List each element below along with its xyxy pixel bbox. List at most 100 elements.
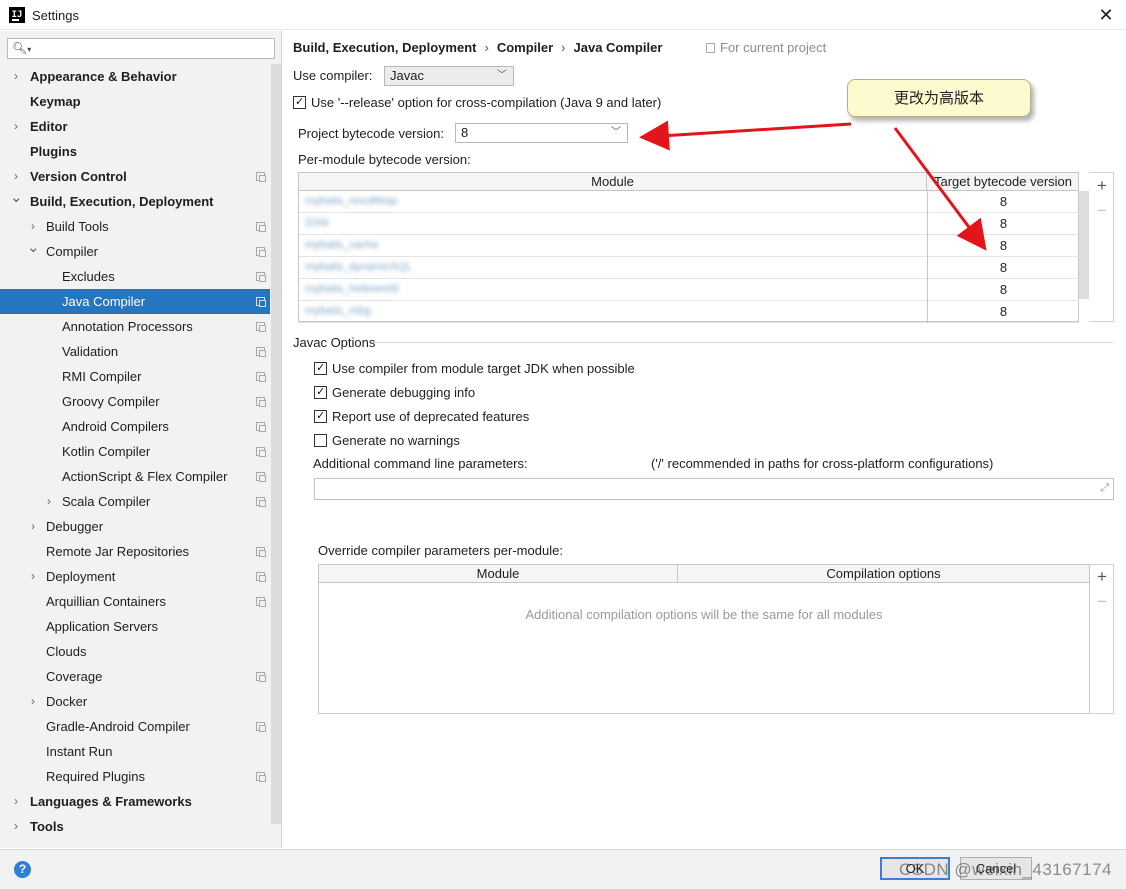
sidebar-item-docker[interactable]: › Docker [0, 689, 270, 714]
sidebar-item-gradle-android-compiler[interactable]: Gradle-Android Compiler [0, 714, 270, 739]
checkbox-box[interactable] [293, 96, 306, 109]
help-icon[interactable]: ? [14, 861, 31, 878]
sidebar-item-excludes[interactable]: Excludes [0, 264, 270, 289]
sidebar-item-kotlin-compiler[interactable]: Kotlin Compiler [0, 439, 270, 464]
release-option-checkbox[interactable]: Use '--release' option for cross-compila… [293, 95, 661, 110]
sidebar-item-coverage[interactable]: Coverage [0, 664, 270, 689]
chevron-down-icon[interactable]: ⌄ [10, 185, 23, 210]
sidebar-item-scala-compiler[interactable]: › Scala Compiler [0, 489, 270, 514]
sidebar-item-java-compiler[interactable]: Java Compiler [0, 289, 270, 314]
chevron-right-icon[interactable]: › [43, 489, 55, 514]
sidebar-item-version-control[interactable]: › Version Control [0, 164, 270, 189]
column-header-module[interactable]: Module [319, 565, 678, 583]
sidebar-item-languages-frameworks[interactable]: › Languages & Frameworks [0, 789, 270, 814]
sidebar-item-label: Languages & Frameworks [30, 794, 192, 809]
java-compiler-panel: Build, Execution, Deployment › Compiler › Ja… [283, 31, 1126, 848]
title-bar: IJ Settings ✕ [0, 0, 1126, 30]
project-scope-icon [256, 247, 266, 257]
report-deprecated-checkbox[interactable]: Report use of deprecated features [314, 409, 529, 424]
expand-icon[interactable]: ⤢ [1100, 482, 1109, 495]
project-bytecode-select[interactable]: 8 ﹀ [455, 123, 628, 143]
sidebar-item-actionscript-flex-compiler[interactable]: ActionScript & Flex Compiler [0, 464, 270, 489]
sidebar-item-tools[interactable]: › Tools [0, 814, 270, 839]
chevron-down-icon[interactable]: ⌄ [27, 235, 40, 260]
column-header-target-version[interactable]: Target bytecode version [927, 173, 1079, 191]
checkbox-box[interactable] [314, 410, 327, 423]
project-scope-icon [256, 497, 266, 507]
use-module-jdk-checkbox[interactable]: Use compiler from module target JDK when… [314, 361, 635, 376]
column-header-compilation-options[interactable]: Compilation options [678, 565, 1089, 583]
settings-search-input[interactable]: 🔍︎ [7, 38, 275, 59]
sidebar-item-build-execution-deployment[interactable]: ⌄ Build, Execution, Deployment [0, 189, 270, 214]
sidebar-item-debugger[interactable]: › Debugger [0, 514, 270, 539]
sidebar-item-keymap[interactable]: Keymap [0, 89, 270, 114]
checkbox-label: Generate debugging info [332, 385, 476, 400]
settings-tree: › Appearance & Behavior Keymap › Editor Plugi… [0, 64, 270, 839]
project-scope-icon [256, 547, 266, 557]
checkbox-box[interactable] [314, 386, 327, 399]
table-row[interactable]: mybatis_cache 8 [299, 235, 1079, 257]
project-scope-icon [256, 447, 266, 457]
table-row[interactable]: mybatis_mbg 8 [299, 301, 1079, 323]
target-version-cell[interactable]: 8 [927, 301, 1079, 323]
intellij-logo-icon: IJ [9, 7, 25, 23]
close-icon[interactable]: ✕ [1094, 3, 1118, 27]
chevron-right-icon[interactable]: › [27, 564, 39, 589]
sidebar-item-editor[interactable]: › Editor [0, 114, 270, 139]
sidebar-item-appearance-behavior[interactable]: › Appearance & Behavior [0, 64, 270, 89]
sidebar-item-build-tools[interactable]: › Build Tools [0, 214, 270, 239]
chevron-right-icon[interactable]: › [10, 114, 22, 139]
sidebar-item-required-plugins[interactable]: Required Plugins [0, 764, 270, 789]
target-version-cell[interactable]: 8 [927, 279, 1079, 301]
column-header-module[interactable]: Module [299, 173, 927, 191]
table-row[interactable]: mybatis_helloworld 8 [299, 279, 1079, 301]
checkbox-box[interactable] [314, 434, 327, 447]
checkbox-box[interactable] [314, 362, 327, 375]
sidebar-item-groovy-compiler[interactable]: Groovy Compiler [0, 389, 270, 414]
sidebar-item-label: Groovy Compiler [62, 394, 160, 409]
generate-debug-info-checkbox[interactable]: Generate debugging info [314, 385, 475, 400]
generate-no-warnings-checkbox[interactable]: Generate no warnings [314, 433, 460, 448]
sidebar-item-annotation-processors[interactable]: Annotation Processors [0, 314, 270, 339]
sidebar-item-label: Debugger [46, 519, 104, 534]
sidebar-item-instant-run[interactable]: Instant Run [0, 739, 270, 764]
project-scope-icon [706, 43, 715, 53]
chevron-right-icon[interactable]: › [10, 789, 22, 814]
table-row[interactable]: SSM 8 [299, 213, 1079, 235]
table-row[interactable]: mybatis_dynamicSQL 8 [299, 257, 1079, 279]
table-row[interactable]: mybatis_resultMap 8 [299, 191, 1079, 213]
additional-params-input[interactable]: ⤢ [314, 478, 1114, 500]
target-version-cell[interactable]: 8 [927, 257, 1079, 279]
chevron-right-icon[interactable]: › [10, 64, 22, 89]
sidebar-item-label: Plugins [30, 144, 77, 159]
sidebar-item-arquillian-containers[interactable]: Arquillian Containers [0, 589, 270, 614]
sidebar-item-application-servers[interactable]: Application Servers [0, 614, 270, 639]
chevron-right-icon[interactable]: › [10, 814, 22, 839]
target-version-cell[interactable]: 8 [927, 191, 1079, 213]
watermark: CSDN @weixin_43167174 [899, 860, 1112, 879]
settings-sidebar: 🔍︎ › Appearance & Behavior Keymap › Editor Pl… [0, 31, 282, 848]
sidebar-item-deployment[interactable]: › Deployment [0, 564, 270, 589]
sidebar-item-rmi-compiler[interactable]: RMI Compiler [0, 364, 270, 389]
sidebar-item-compiler[interactable]: ⌄ Compiler [0, 239, 270, 264]
sidebar-item-label: Arquillian Containers [46, 594, 166, 609]
release-option-label: Use '--release' option for cross-compila… [311, 95, 662, 110]
sidebar-item-remote-jar-repositories[interactable]: Remote Jar Repositories [0, 539, 270, 564]
sidebar-scrollbar[interactable] [271, 64, 281, 824]
module-name: mybatis_resultMap [305, 195, 398, 207]
sidebar-item-validation[interactable]: Validation [0, 339, 270, 364]
checkbox-label: Generate no warnings [332, 433, 460, 448]
scope-label: For current project [706, 40, 826, 55]
sidebar-item-clouds[interactable]: Clouds [0, 639, 270, 664]
sidebar-item-android-compilers[interactable]: Android Compilers [0, 414, 270, 439]
target-version-cell[interactable]: 8 [927, 235, 1079, 257]
use-compiler-select[interactable]: Javac ﹀ [384, 66, 514, 86]
module-name: mybatis_dynamicSQL [305, 261, 412, 273]
chevron-right-icon[interactable]: › [27, 514, 39, 539]
table-scrollbar[interactable] [1079, 191, 1089, 299]
project-scope-icon [256, 372, 266, 382]
target-version-cell[interactable]: 8 [927, 213, 1079, 235]
chevron-right-icon[interactable]: › [27, 689, 39, 714]
sidebar-item-label: Build, Execution, Deployment [30, 194, 214, 209]
sidebar-item-plugins[interactable]: Plugins [0, 139, 270, 164]
